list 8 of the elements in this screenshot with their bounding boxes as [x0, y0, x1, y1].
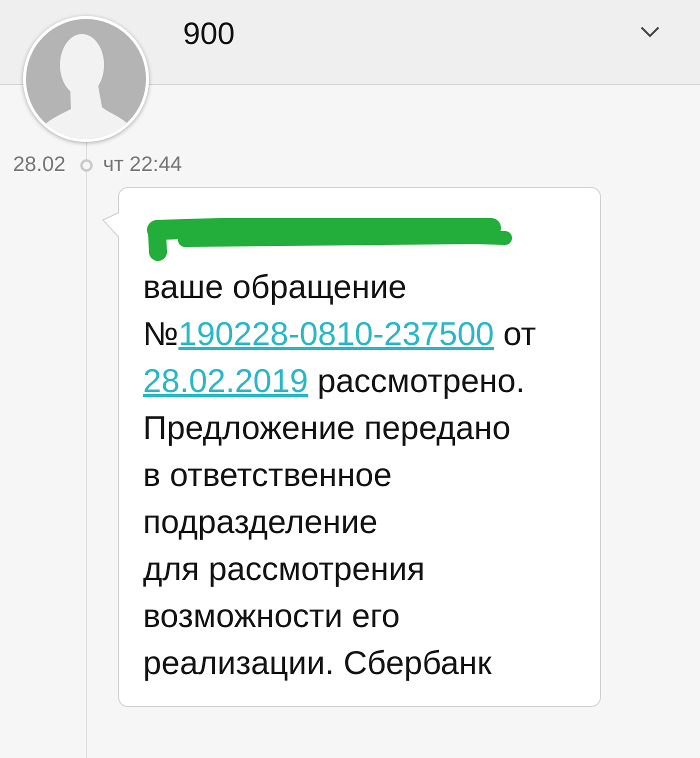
message-link[interactable]: 190228-0810-237500 — [178, 315, 494, 352]
chevron-down-icon[interactable] — [640, 26, 660, 38]
message-link[interactable]: 28.02.2019 — [143, 362, 308, 399]
message-text: ваше обращение №190228-0810-237500 от 28.02.2019 рассмотрено. Предложение передано в ответственное подразделение для рассмотрения возможности его реализации. Сбербанк — [143, 267, 537, 683]
message-time: чт 22:44 — [103, 153, 182, 177]
message-date: 28.02 — [13, 153, 66, 177]
timeline-ring-icon — [80, 159, 93, 172]
contact-name: 900 — [183, 15, 235, 53]
